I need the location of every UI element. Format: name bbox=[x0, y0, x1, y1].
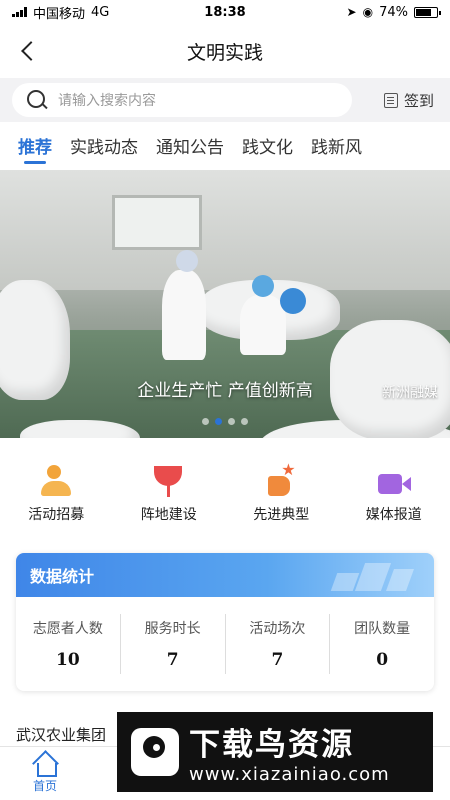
stat-service-hours: 服务时长 7 bbox=[121, 614, 226, 674]
signal-icon bbox=[12, 7, 27, 17]
stat-volunteers: 志愿者人数 10 bbox=[16, 614, 121, 674]
banner-photo-worker bbox=[240, 295, 286, 355]
banner-photo-window bbox=[112, 195, 202, 250]
status-bar: 中国移动 4G 18:38 ➤ ◉ 74% bbox=[0, 0, 450, 24]
search-input[interactable]: 请输入搜索内容 bbox=[12, 83, 352, 117]
battery-icon bbox=[414, 6, 441, 18]
banner-carousel[interactable]: 企业生产忙 产值创新高 新洲融媒 bbox=[0, 170, 450, 438]
stats-decoration-icon bbox=[324, 559, 415, 593]
carousel-dot[interactable] bbox=[241, 418, 248, 425]
back-arrow-icon bbox=[21, 41, 41, 61]
battery-percent: 74% bbox=[379, 4, 408, 20]
banner-photo-worker-head bbox=[280, 288, 306, 314]
stat-value: 0 bbox=[376, 650, 389, 670]
carousel-dot-active[interactable] bbox=[215, 418, 222, 425]
banner-watermark: 新洲融媒 bbox=[382, 385, 438, 401]
menu-media-reports[interactable]: 媒体报道 bbox=[344, 464, 444, 534]
tab-culture[interactable]: 践文化 bbox=[242, 122, 293, 168]
stat-label: 活动场次 bbox=[249, 621, 306, 637]
quick-menu: 活动招募 阵地建设 先进典型 媒体报道 bbox=[0, 460, 450, 534]
stat-teams: 团队数量 0 bbox=[330, 614, 434, 674]
stats-title: 数据统计 bbox=[30, 567, 95, 586]
stats-card: 数据统计 志愿者人数 10 服务时长 7 活动场次 7 团队数量 0 bbox=[16, 553, 434, 691]
stat-label: 服务时长 bbox=[144, 621, 201, 637]
stat-label: 团队数量 bbox=[354, 621, 411, 637]
stat-label: 志愿者人数 bbox=[32, 621, 103, 637]
network-label: 4G bbox=[91, 4, 110, 20]
tab-recommend[interactable]: 推荐 bbox=[18, 122, 52, 168]
back-button[interactable] bbox=[14, 36, 42, 66]
stat-value: 10 bbox=[56, 650, 80, 670]
menu-label: 媒体报道 bbox=[365, 507, 422, 523]
nav-header: 文明实践 bbox=[0, 24, 450, 78]
checkin-button[interactable]: 签到 bbox=[383, 90, 434, 111]
tab-notices[interactable]: 通知公告 bbox=[156, 122, 224, 168]
carrier-label: 中国移动 bbox=[33, 6, 86, 22]
banner-photo-worker-head bbox=[252, 275, 274, 297]
search-row: 请输入搜索内容 签到 bbox=[0, 78, 450, 122]
banner-photo bbox=[0, 170, 450, 290]
news-preview-item[interactable]: 武汉农业集团 bbox=[16, 724, 106, 745]
stat-activities: 活动场次 7 bbox=[226, 614, 331, 674]
banner-photo-worker-head bbox=[176, 250, 198, 272]
status-left: 中国移动 4G bbox=[12, 3, 109, 22]
home-icon bbox=[32, 753, 58, 777]
alarm-icon: ◉ bbox=[362, 5, 374, 19]
menu-label: 先进典型 bbox=[253, 507, 310, 523]
menu-role-models[interactable]: 先进典型 bbox=[231, 460, 331, 534]
stat-value: 7 bbox=[166, 650, 179, 670]
carousel-dots bbox=[0, 418, 450, 425]
promo-url: www.xiazainiao.com bbox=[189, 764, 390, 785]
promo-watermark: 下载鸟资源 www.xiazainiao.com bbox=[117, 712, 433, 792]
stat-value: 7 bbox=[271, 650, 284, 670]
promo-title: 下载鸟资源 bbox=[189, 727, 354, 763]
tab-practice-news[interactable]: 实践动态 bbox=[70, 122, 138, 168]
menu-activity-recruit[interactable]: 活动招募 bbox=[6, 464, 106, 534]
tabbar-home[interactable]: 首页 bbox=[0, 747, 90, 800]
promo-text: 下载鸟资源 www.xiazainiao.com bbox=[189, 719, 390, 785]
flag-icon bbox=[151, 464, 187, 498]
carousel-dot[interactable] bbox=[228, 418, 235, 425]
tab-new-customs[interactable]: 践新风 bbox=[311, 122, 362, 168]
search-placeholder: 请输入搜索内容 bbox=[58, 93, 156, 109]
people-icon bbox=[38, 464, 74, 498]
tabbar-label: 首页 bbox=[32, 779, 57, 793]
stats-body: 志愿者人数 10 服务时长 7 活动场次 7 团队数量 0 bbox=[16, 597, 434, 691]
stats-header: 数据统计 bbox=[16, 553, 434, 597]
banner-photo-worker bbox=[162, 270, 206, 360]
menu-label: 阵地建设 bbox=[140, 507, 197, 523]
carousel-dot[interactable] bbox=[202, 418, 209, 425]
checkin-label: 签到 bbox=[403, 91, 434, 110]
location-icon: ➤ bbox=[346, 5, 357, 19]
battery-fill bbox=[416, 8, 431, 16]
video-camera-icon bbox=[376, 464, 412, 498]
status-right: ➤ ◉ 74% bbox=[346, 4, 441, 20]
menu-site-building[interactable]: 阵地建设 bbox=[119, 464, 219, 534]
thumbs-up-icon bbox=[263, 460, 299, 498]
page-title: 文明实践 bbox=[186, 41, 263, 64]
menu-label: 活动招募 bbox=[28, 507, 85, 523]
checkin-icon bbox=[383, 92, 398, 108]
bird-logo-icon bbox=[131, 728, 179, 776]
category-tabs: 推荐 实践动态 通知公告 践文化 践新风 bbox=[0, 122, 450, 168]
search-icon bbox=[26, 89, 48, 111]
